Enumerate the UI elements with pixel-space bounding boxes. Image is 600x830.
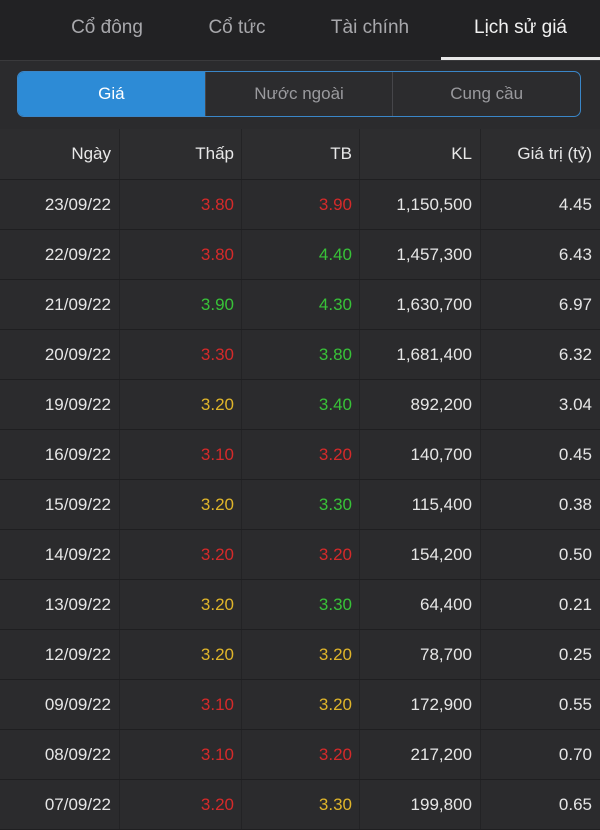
cell-volume: 154,200 [360,530,481,579]
cell-avg: 3.30 [242,780,360,829]
table-row[interactable]: 15/09/22 3.20 3.30 115,400 0.38 [0,480,600,530]
cell-date: 13/09/22 [0,580,120,629]
cell-avg: 3.40 [242,380,360,429]
cell-volume: 217,200 [360,730,481,779]
cell-date: 09/09/22 [0,680,120,729]
cell-volume: 199,800 [360,780,481,829]
cell-date: 14/09/22 [0,530,120,579]
table-row[interactable]: 09/09/22 3.10 3.20 172,900 0.55 [0,680,600,730]
cell-low: 3.10 [120,430,242,479]
cell-avg: 3.30 [242,480,360,529]
table-row[interactable]: 07/09/22 3.20 3.30 199,800 0.65 [0,780,600,830]
cell-avg: 3.90 [242,180,360,229]
cell-avg: 3.20 [242,680,360,729]
cell-value: 0.70 [558,744,592,764]
cell-volume: 1,681,400 [360,330,481,379]
cell-avg: 3.20 [242,730,360,779]
segment-supply-demand[interactable]: Cung cầu [392,72,580,116]
table-row[interactable]: 12/09/22 3.20 3.20 78,700 0.25 [0,630,600,680]
cell-low: 3.20 [120,780,242,829]
table-body: 23/09/22 3.80 3.90 1,150,500 4.45 22/09/22 3.8… [0,180,600,830]
cell-volume: 892,200 [360,380,481,429]
table-row[interactable]: 13/09/22 3.20 3.30 64,400 0.21 [0,580,600,630]
tab-dividends[interactable]: Cổ tức [182,0,292,60]
table-row[interactable]: 19/09/22 3.20 3.40 892,200 3.04 [0,380,600,430]
cell-avg: 4.40 [242,230,360,279]
cell-low: 3.80 [120,180,242,229]
cell-date: 20/09/22 [0,330,120,379]
tab-partial[interactable]: o [0,0,10,60]
cell-volume: 78,700 [360,630,481,679]
cell-date: 07/09/22 [0,780,120,829]
cell-value: 0.25 [558,644,592,664]
table-row[interactable]: 08/09/22 3.10 3.20 217,200 0.70 [0,730,600,780]
cell-low: 3.10 [120,730,242,779]
cell-date: 23/09/22 [0,180,120,229]
cell-date: 21/09/22 [0,280,120,329]
cell-value: 6.43 [558,244,592,264]
col-header-date[interactable]: Ngày [0,129,120,179]
cell-volume: 1,150,500 [360,180,481,229]
segment-foreign[interactable]: Nước ngoài [204,72,393,116]
cell-value: 0.55 [558,694,592,714]
cell-volume: 172,900 [360,680,481,729]
cell-avg: 3.20 [242,530,360,579]
cell-date: 22/09/22 [0,230,120,279]
table-row[interactable]: 23/09/22 3.80 3.90 1,150,500 4.45 [0,180,600,230]
cell-volume: 140,700 [360,430,481,479]
cell-value: 6.97 [558,294,592,314]
cell-value: 6.32 [558,344,592,364]
table-header: Ngày Thấp TB KL Giá trị (tỷ) [0,129,600,180]
cell-low: 3.90 [120,280,242,329]
col-header-low[interactable]: Thấp [120,129,242,179]
active-tab-indicator [441,57,600,60]
cell-avg: 3.30 [242,580,360,629]
cell-avg: 3.20 [242,430,360,479]
tab-shareholders[interactable]: Cổ đông [48,0,166,60]
col-header-avg[interactable]: TB [242,129,360,179]
cell-date: 12/09/22 [0,630,120,679]
cell-volume: 1,630,700 [360,280,481,329]
cell-value: 3.04 [558,394,592,414]
cell-value: 0.50 [558,544,592,564]
cell-volume: 115,400 [360,480,481,529]
col-header-volume[interactable]: KL [360,129,481,179]
cell-volume: 64,400 [360,580,481,629]
cell-low: 3.20 [120,480,242,529]
cell-low: 3.20 [120,580,242,629]
cell-avg: 4.30 [242,280,360,329]
price-history-table: Ngày Thấp TB KL Giá trị (tỷ) 23/09/22 3.8… [0,129,600,830]
table-row[interactable]: 21/09/22 3.90 4.30 1,630,700 6.97 [0,280,600,330]
table-row[interactable]: 22/09/22 3.80 4.40 1,457,300 6.43 [0,230,600,280]
cell-value: 4.45 [558,194,592,214]
table-row[interactable]: 14/09/22 3.20 3.20 154,200 0.50 [0,530,600,580]
cell-low: 3.20 [120,630,242,679]
cell-low: 3.20 [120,380,242,429]
tab-financials[interactable]: Tài chính [310,0,430,60]
cell-low: 3.80 [120,230,242,279]
cell-value: 0.45 [558,444,592,464]
col-header-value[interactable]: Giá trị (tỷ) [481,129,600,179]
cell-value: 0.38 [558,494,592,514]
cell-avg: 3.80 [242,330,360,379]
cell-avg: 3.20 [242,630,360,679]
cell-value: 0.21 [558,594,592,614]
segment-price[interactable]: Giá [18,72,205,116]
table-row[interactable]: 20/09/22 3.30 3.80 1,681,400 6.32 [0,330,600,380]
cell-low: 3.20 [120,530,242,579]
tab-price-history[interactable]: Lịch sử giá [441,0,600,60]
cell-date: 15/09/22 [0,480,120,529]
cell-value: 0.65 [558,794,592,814]
cell-low: 3.10 [120,680,242,729]
cell-date: 19/09/22 [0,380,120,429]
table-row[interactable]: 16/09/22 3.10 3.20 140,700 0.45 [0,430,600,480]
cell-date: 16/09/22 [0,430,120,479]
top-tab-bar: o Cổ đông Cổ tức Tài chính Lịch sử giá [0,0,600,61]
segmented-control: Giá Nước ngoài Cung cầu [17,71,581,117]
cell-volume: 1,457,300 [360,230,481,279]
cell-date: 08/09/22 [0,730,120,779]
cell-low: 3.30 [120,330,242,379]
